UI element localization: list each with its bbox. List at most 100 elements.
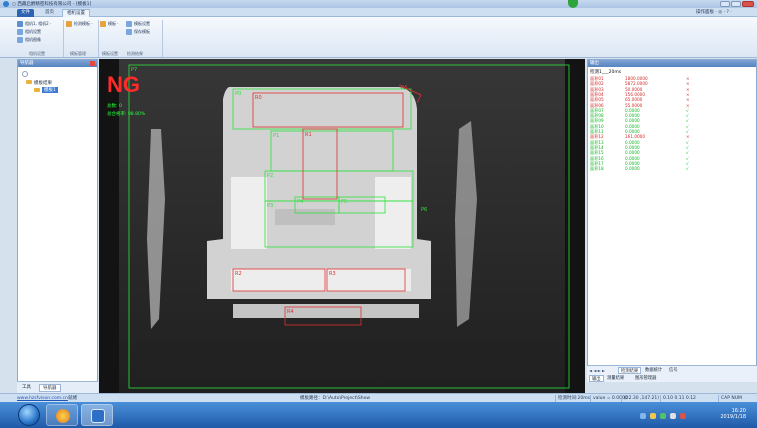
template-path: 模板路径：D:\Auto\Project\Show xyxy=(300,396,371,401)
tree-item-template-label: 模板1 xyxy=(42,87,58,93)
taskbar: 16:20 2019/1/18 xyxy=(0,402,757,428)
tab-tools[interactable]: 工具 xyxy=(19,384,34,392)
tree-item-root[interactable]: 模板结果 xyxy=(22,80,52,86)
ribbon-separator xyxy=(162,20,163,57)
roi-label: R2 xyxy=(235,271,242,277)
save-template-label: 保存模板 xyxy=(134,29,150,34)
camera-image-button[interactable]: 相机图像 xyxy=(17,37,41,43)
roi-label: R5 xyxy=(401,85,408,91)
image-viewer[interactable]: R0 R1 R2 R3 R4 R5 P0 P1 P2 P3 P4 P5 P6 P… xyxy=(99,59,585,393)
template-button[interactable]: 模板 · xyxy=(100,21,119,27)
top-right-menu[interactable]: 操作面板 · ◎ · ? · xyxy=(696,9,732,15)
camera-settings-button[interactable]: 相机设置 xyxy=(17,29,41,35)
result-list: 面积01 1800.0000 × 面积02 5872.0000 × 面积03 50.0000 ×… xyxy=(588,76,756,176)
status-keys: CAP NUM xyxy=(718,395,742,402)
tray-network-icon[interactable] xyxy=(640,413,646,419)
part-bottom-bar xyxy=(231,269,411,291)
search-icon[interactable] xyxy=(22,71,28,77)
navigator-title: 导航器 xyxy=(20,61,34,66)
detect-time: 检测时间:20ms xyxy=(555,395,590,402)
tray-volume-icon[interactable] xyxy=(670,413,676,419)
image-icon xyxy=(17,37,23,43)
folder-icon xyxy=(26,80,32,84)
title-bar: ○ 西藏启爵精密科技有限公司 - [模板1] xyxy=(0,0,757,8)
detect-template-label: 检测模板 · xyxy=(74,21,93,26)
tab-output[interactable]: 输出 xyxy=(589,375,604,382)
result-status: √ xyxy=(686,166,689,172)
navigator-header: 导航器 xyxy=(18,60,97,67)
tray-app-icon[interactable] xyxy=(650,413,656,419)
template-icon xyxy=(100,21,106,27)
result-value: 0.0000 xyxy=(625,166,640,172)
template-settings-button[interactable]: 模板设置 xyxy=(126,21,150,27)
navigator-panel: 导航器 模板结果 模板1 xyxy=(17,59,98,393)
roi-tag: P0 xyxy=(235,91,241,97)
tray-status-icon[interactable] xyxy=(660,413,666,419)
ribbon: 相机1, 相机2 · 相机设置 相机图像 检测模板 · 模板 · 模板设置 保存… xyxy=(0,17,757,58)
tab-scroll-arrows[interactable]: ◄ ◄ ► ► xyxy=(589,368,617,374)
browser-icon xyxy=(56,409,70,423)
camera-settings-label: 相机设置 xyxy=(25,29,41,34)
camera-select-button[interactable]: 相机1, 相机2 · xyxy=(17,21,51,27)
panel-close-icon[interactable] xyxy=(90,61,95,66)
tree-item-template[interactable]: 模板1 xyxy=(30,87,60,93)
maximize-button[interactable] xyxy=(731,1,741,7)
taskbar-app-browser[interactable] xyxy=(46,404,78,426)
camera-select-label: 相机1, 相机2 · xyxy=(25,21,52,26)
result-row[interactable]: 面积18 0.0000 √ xyxy=(588,166,756,171)
tab-data-stats[interactable]: 数据统计 xyxy=(643,367,664,374)
tab-navigator[interactable]: 导航器 xyxy=(39,384,61,392)
left-panel-tabs: 工具 导航器 xyxy=(17,381,98,393)
save-template-button[interactable]: 保存模板 xyxy=(126,29,150,35)
roi-tag: P6 xyxy=(421,207,427,213)
status-channels: 0.10 0.11 0.12 xyxy=(660,395,696,402)
roi-label: R3 xyxy=(329,271,336,277)
start-button[interactable] xyxy=(18,404,40,426)
website-link[interactable]: www.hzsfvison.com.cn xyxy=(17,395,68,402)
close-button[interactable] xyxy=(742,1,754,7)
tab-measure-results[interactable]: 测量结果 xyxy=(605,375,626,382)
tab-detect-results[interactable]: 检测结果 xyxy=(618,367,642,374)
minimize-button[interactable] xyxy=(720,1,730,7)
output-title: 输出 xyxy=(590,61,599,66)
status-orb-icon xyxy=(568,0,578,8)
app-icon[interactable] xyxy=(3,1,9,7)
ribbon-tabs: 文件 首页 相机设置 操作面板 · ◎ · ? · xyxy=(0,8,757,17)
group-camera-settings: 相机设置 xyxy=(29,51,45,56)
output-tabs: ◄ ◄ ► ► 检测结果 数据统计 信号 输出 测量结果 图形管理器 xyxy=(587,365,757,382)
roi-tag: P1 xyxy=(273,133,279,139)
taskbar-clock[interactable]: 16:20 2019/1/18 xyxy=(706,408,746,420)
part-base xyxy=(233,304,419,318)
vision-app-icon xyxy=(91,409,105,423)
group-detect-results: 检测结果 xyxy=(127,51,143,56)
output-subheader: 检测1___20ms xyxy=(590,70,622,75)
camera-icon xyxy=(17,21,23,27)
taskbar-app-vision[interactable] xyxy=(81,404,113,426)
tray-alert-icon[interactable] xyxy=(680,413,686,419)
roi-tag: P2 xyxy=(267,173,273,179)
save-icon xyxy=(126,29,132,35)
tab-file[interactable]: 文件 xyxy=(17,9,34,17)
info-total: 总数: 0 xyxy=(107,104,122,109)
group-template-manage: 模板管理 xyxy=(70,51,86,56)
group-template-settings: 模板设置 xyxy=(102,51,118,56)
clock-date: 2019/1/18 xyxy=(720,414,746,420)
folder-icon xyxy=(34,88,40,92)
result-status: NG xyxy=(107,72,140,97)
roi-label: R1 xyxy=(305,132,312,138)
roi-tag: P3 xyxy=(267,203,273,209)
detect-template-button[interactable]: 检测模板 · xyxy=(66,21,93,27)
template-settings-label: 模板设置 xyxy=(134,21,150,26)
template-icon xyxy=(66,21,72,27)
tab-camera-settings[interactable]: 相机设置 xyxy=(62,9,90,17)
ribbon-separator xyxy=(63,20,64,57)
output-panel: 输出 检测1___20ms 面积01 1800.0000 × 面积02 5872.000… xyxy=(587,59,757,382)
inspection-image: R0 R1 R2 R3 R4 R5 P0 P1 P2 P3 P4 P5 P6 P… xyxy=(99,59,585,393)
info-pass-rate: 总合格率: 98.80% xyxy=(107,112,146,117)
roi-label: R4 xyxy=(287,309,294,315)
tab-signal[interactable]: 信号 xyxy=(667,367,680,374)
camera-image-label: 相机图像 xyxy=(25,37,41,42)
tab-graphics-manager[interactable]: 图形管理器 xyxy=(633,375,658,382)
part-clip-left xyxy=(231,177,267,249)
tab-home[interactable]: 首页 xyxy=(41,9,58,17)
